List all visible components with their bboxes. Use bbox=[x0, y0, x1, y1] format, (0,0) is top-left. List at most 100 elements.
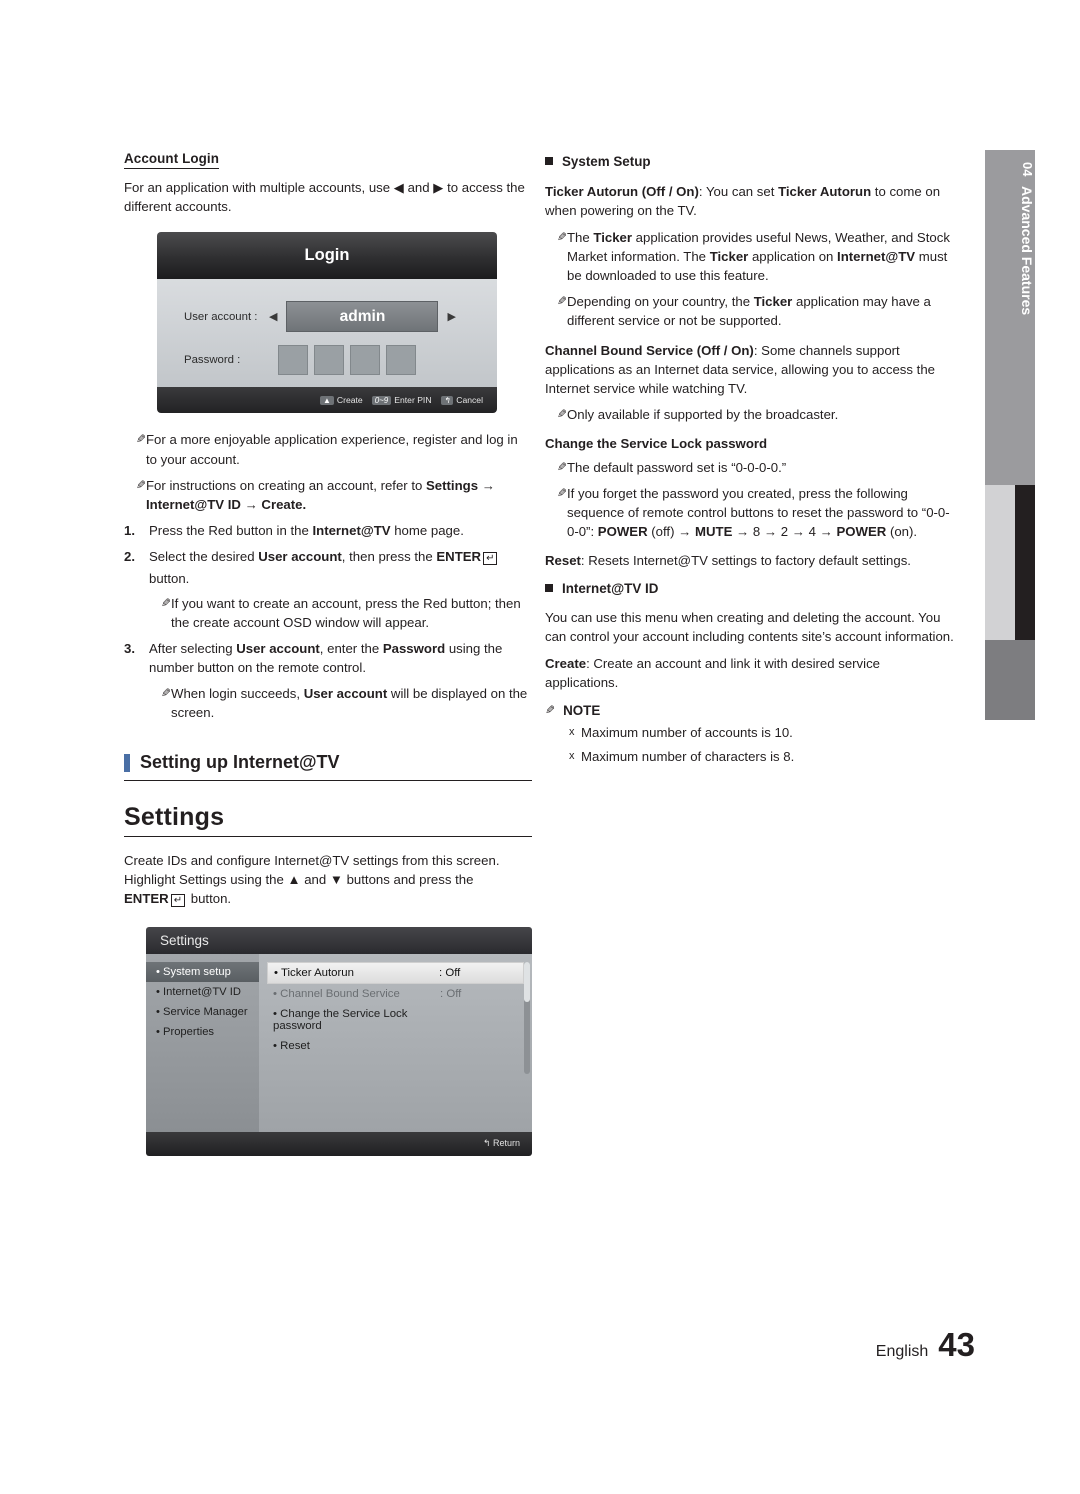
step-1: 1. Press the Red button in the Internet@… bbox=[124, 521, 532, 540]
step-3-text: After selecting User account, enter the … bbox=[149, 641, 503, 676]
ticker-autorun-text: Ticker Autorun (Off / On): You can set T… bbox=[545, 184, 941, 219]
option-value: : Off bbox=[439, 966, 461, 979]
account-login-heading: Account Login bbox=[124, 151, 220, 169]
heading-accent-bar bbox=[124, 753, 130, 772]
create-text: Create: Create an account and link it wi… bbox=[545, 656, 880, 691]
ticker-note-1: ✎ The Ticker application provides useful… bbox=[545, 228, 955, 286]
settings-osd-return-label: ↰ Return bbox=[482, 1138, 520, 1149]
lock-note-2: ✎ If you forget the password you created… bbox=[545, 484, 955, 542]
login-osd-pin-hint: 0~9 Enter PIN bbox=[371, 395, 432, 405]
login-osd-user-row: User account : ◀ admin ▶ bbox=[184, 301, 456, 333]
chapter-tab-marker bbox=[1015, 485, 1035, 640]
lock-note-1: ✎ The default password set is “0-0-0-0.” bbox=[545, 458, 955, 477]
step-2-note-text: If you want to create an account, press … bbox=[171, 595, 521, 631]
settings-intro: Create IDs and configure Internet@TV set… bbox=[124, 853, 500, 908]
pencil-icon: ✎ bbox=[160, 595, 171, 610]
pencil-icon: ✎ bbox=[545, 703, 556, 718]
settings-osd-option-ticker-autorun[interactable]: • Ticker Autorun : Off bbox=[267, 961, 524, 984]
setting-up-heading: Setting up Internet@TV bbox=[124, 752, 532, 782]
chapter-tab-band-bottom bbox=[985, 640, 1035, 720]
step-1-number: 1. bbox=[124, 523, 135, 539]
login-osd-body: User account : ◀ admin ▶ Password : bbox=[157, 279, 497, 388]
pencil-icon: ✎ bbox=[556, 459, 567, 474]
step-2-number: 2. bbox=[124, 549, 135, 565]
bullet-dot-icon: x bbox=[569, 749, 575, 762]
login-osd-right-arrow-icon[interactable]: ▶ bbox=[447, 310, 455, 323]
change-lock-heading: Change the Service Lock password bbox=[545, 436, 768, 452]
lock-note-1-text: The default password set is “0-0-0-0.” bbox=[567, 459, 787, 475]
step-3: 3. After selecting User account, enter t… bbox=[124, 639, 532, 677]
step-1-text: Press the Red button in the Internet@TV … bbox=[149, 523, 464, 539]
login-osd-user-value[interactable]: admin bbox=[286, 301, 439, 333]
pencil-icon: ✎ bbox=[556, 407, 567, 422]
option-name: • Ticker Autorun bbox=[274, 966, 354, 979]
settings-osd-menu: • System setup • Internet@TV ID • Servic… bbox=[146, 953, 259, 1132]
settings-osd-scrollbar[interactable] bbox=[524, 961, 530, 1074]
note-create-account-path: Settings → Internet@TV ID → Create. bbox=[146, 477, 495, 513]
ticker-note-2: ✎ Depending on your country, the Ticker … bbox=[545, 292, 955, 330]
pencil-icon: ✎ bbox=[135, 432, 146, 447]
footer-language: English bbox=[875, 1343, 929, 1360]
step-3-note: ✎ When login succeeds, User account will… bbox=[149, 684, 532, 722]
settings-osd-body: • System setup • Internet@TV ID • Servic… bbox=[146, 953, 532, 1132]
settings-osd-menu-item-system-setup[interactable]: • System setup bbox=[146, 961, 259, 982]
login-osd-left-arrow-icon[interactable]: ◀ bbox=[269, 310, 277, 323]
option-value: : Off bbox=[440, 987, 462, 1000]
settings-osd-menu-item-properties[interactable]: • Properties bbox=[146, 1022, 259, 1042]
settings-osd-menu-item-service-manager[interactable]: • Service Manager bbox=[146, 1002, 259, 1022]
settings-heading: Settings bbox=[124, 803, 532, 838]
option-value bbox=[440, 1008, 518, 1032]
password-box bbox=[350, 345, 380, 376]
note-item-accounts-text: Maximum number of accounts is 10. bbox=[581, 724, 793, 740]
step-2-note: ✎ If you want to create an account, pres… bbox=[149, 594, 532, 632]
option-name: • Channel Bound Service bbox=[273, 987, 400, 1000]
right-column: System Setup Ticker Autorun (Off / On): … bbox=[545, 150, 955, 766]
left-column: Account Login For an application with mu… bbox=[124, 150, 532, 1156]
scrollbar-thumb[interactable] bbox=[524, 961, 530, 1002]
pencil-icon: ✎ bbox=[556, 294, 567, 309]
system-setup-heading-text: System Setup bbox=[562, 154, 651, 169]
note-item-accounts: x Maximum number of accounts is 10. bbox=[569, 723, 955, 742]
internettv-id-text: You can use this menu when creating and … bbox=[545, 609, 954, 645]
option-value bbox=[440, 1040, 518, 1052]
ticker-note-1-text: The Ticker application provides useful N… bbox=[567, 229, 950, 284]
settings-osd-option-change-service-lock-password[interactable]: • Change the Service Lock password bbox=[267, 1004, 524, 1036]
login-osd-password-boxes[interactable] bbox=[278, 345, 422, 376]
login-osd-cancel-hint: ↰ Cancel bbox=[440, 395, 483, 406]
page-footer: English 43 bbox=[876, 1326, 975, 1364]
login-osd-password-label: Password : bbox=[184, 354, 241, 367]
password-box bbox=[386, 345, 416, 376]
footer-page-number: 43 bbox=[938, 1326, 975, 1363]
manual-page: Account Login For an application with mu… bbox=[0, 0, 1080, 1494]
option-name: • Reset bbox=[273, 1039, 310, 1052]
password-box bbox=[278, 345, 308, 376]
create-key-label: Create bbox=[336, 395, 363, 406]
pencil-icon: ✎ bbox=[135, 477, 146, 492]
chapter-tab: 04 Advanced Features bbox=[985, 150, 1035, 720]
settings-osd-option-reset[interactable]: • Reset bbox=[267, 1036, 524, 1056]
chapter-tab-label: 04 Advanced Features bbox=[985, 150, 1035, 485]
ticker-note-2-text: Depending on your country, the Ticker ap… bbox=[567, 294, 931, 329]
pin-key-icon: 0~9 bbox=[371, 395, 392, 405]
cancel-key-label: Cancel bbox=[456, 395, 483, 406]
settings-osd-menu-item-internettv-id[interactable]: • Internet@TV ID bbox=[146, 982, 259, 1002]
settings-osd-option-channel-bound-service[interactable]: • Channel Bound Service : Off bbox=[267, 984, 524, 1004]
note-label: NOTE bbox=[563, 702, 601, 718]
channel-bound-text: Channel Bound Service (Off / On): Some c… bbox=[545, 342, 935, 397]
pencil-icon: ✎ bbox=[556, 229, 567, 244]
lock-note-2-text: If you forget the password you created, … bbox=[567, 485, 950, 540]
system-setup-heading: System Setup bbox=[545, 152, 955, 171]
login-osd-footer: ▲ Create 0~9 Enter PIN ↰ Cancel bbox=[157, 387, 497, 414]
account-login-intro: For an application with multiple account… bbox=[124, 180, 525, 215]
reset-text: Reset: Resets Internet@TV settings to fa… bbox=[545, 553, 911, 569]
option-name: • Change the Service Lock password bbox=[273, 1007, 408, 1032]
login-osd-create-hint: ▲ Create bbox=[319, 395, 363, 406]
note-register-text: For a more enjoyable application experie… bbox=[146, 432, 518, 467]
note-block-heading: ✎ NOTE bbox=[545, 703, 955, 718]
settings-osd-title: Settings bbox=[146, 926, 532, 954]
login-osd-password-row: Password : bbox=[184, 345, 422, 376]
chapter-number: 04 bbox=[1020, 162, 1035, 177]
settings-osd-options: • Ticker Autorun : Off • Channel Bound S… bbox=[259, 954, 532, 1132]
settings-osd-screenshot: Settings • System setup • Internet@TV ID… bbox=[146, 926, 532, 1156]
chapter-title: Advanced Features bbox=[1019, 186, 1035, 316]
